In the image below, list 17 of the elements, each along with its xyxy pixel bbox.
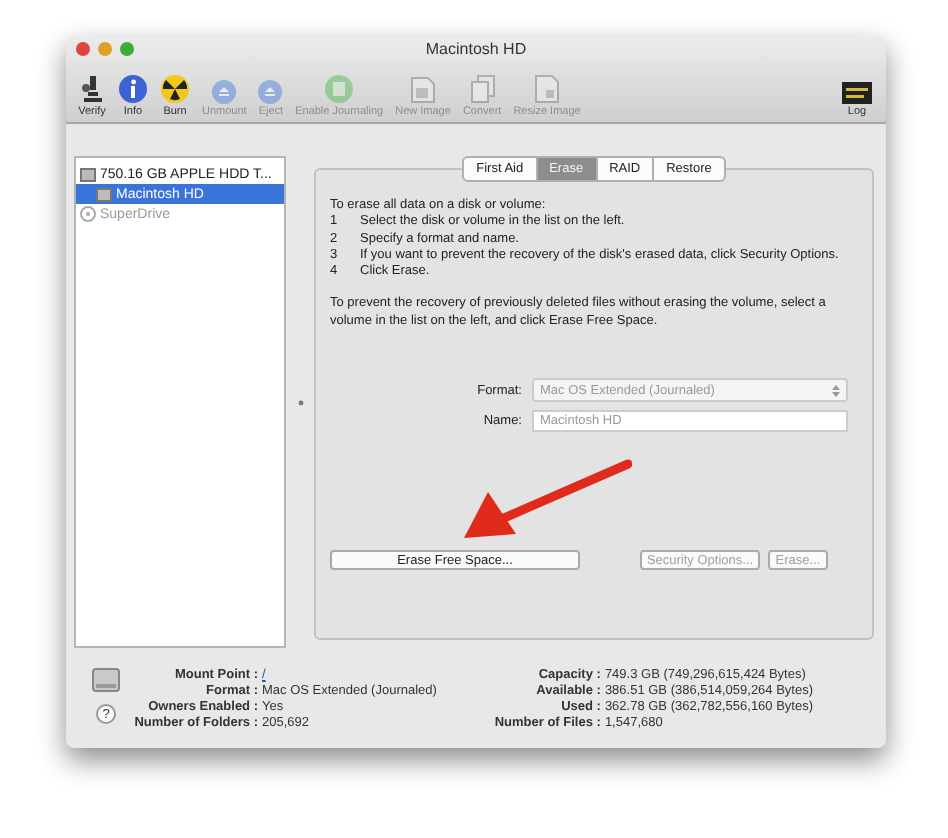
document-icon: [410, 74, 437, 104]
microscope-icon: [78, 74, 106, 104]
eject-icon: [258, 80, 283, 104]
eject-icon: [212, 80, 237, 104]
hard-drive-icon: [92, 668, 120, 692]
disc-icon: [80, 206, 96, 222]
stepper-arrows-icon: [832, 383, 840, 398]
window-title: Macintosh HD: [425, 40, 527, 58]
radiation-icon: [160, 74, 190, 104]
minimize-button[interactable]: [98, 42, 112, 56]
log-icon: [842, 82, 872, 104]
document-icon: [534, 74, 561, 104]
zoom-button[interactable]: [120, 42, 134, 56]
info-icon: [118, 74, 148, 104]
split-handle[interactable]: [297, 399, 303, 405]
documents-icon: [469, 74, 496, 104]
close-button[interactable]: [76, 42, 90, 56]
